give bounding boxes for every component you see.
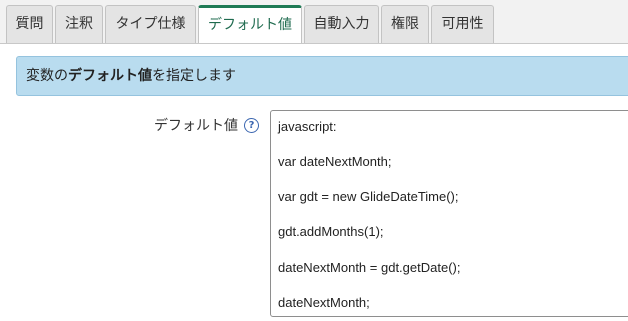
code-line: dateNextMonth = gdt.getDate(); xyxy=(278,260,461,275)
tab-type-specifications[interactable]: タイプ仕様 xyxy=(105,5,196,43)
tab-permissions[interactable]: 権限 xyxy=(381,5,429,43)
code-line: var gdt = new GlideDateTime(); xyxy=(278,189,459,204)
tab-bar: 質問 注釈 タイプ仕様 デフォルト値 自動入力 権限 可用性 xyxy=(0,0,628,44)
info-message-emphasis: デフォルト値 xyxy=(68,68,152,84)
code-line: var dateNextMonth; xyxy=(278,154,392,169)
default-value-script-editor[interactable]: javascript: var dateNextMonth; var gdt =… xyxy=(270,110,628,317)
tab-default-value[interactable]: デフォルト値 xyxy=(198,5,302,44)
default-value-label: デフォルト値 xyxy=(154,118,238,134)
tab-availability[interactable]: 可用性 xyxy=(431,5,494,43)
tab-question[interactable]: 質問 xyxy=(6,5,53,43)
info-message-suffix: を指定します xyxy=(152,68,236,84)
code-line: javascript: xyxy=(278,119,337,134)
info-message-prefix: 変数の xyxy=(26,68,68,84)
code-line: gdt.addMonths(1); xyxy=(278,224,384,239)
tab-annotation[interactable]: 注釈 xyxy=(55,5,103,43)
code-line: dateNextMonth; xyxy=(278,295,370,310)
info-message: 変数のデフォルト値を指定します xyxy=(16,56,628,96)
tab-bar-divider xyxy=(0,43,628,44)
tab-auto-populate[interactable]: 自動入力 xyxy=(304,5,379,43)
question-circle-icon[interactable]: ? xyxy=(244,118,259,133)
